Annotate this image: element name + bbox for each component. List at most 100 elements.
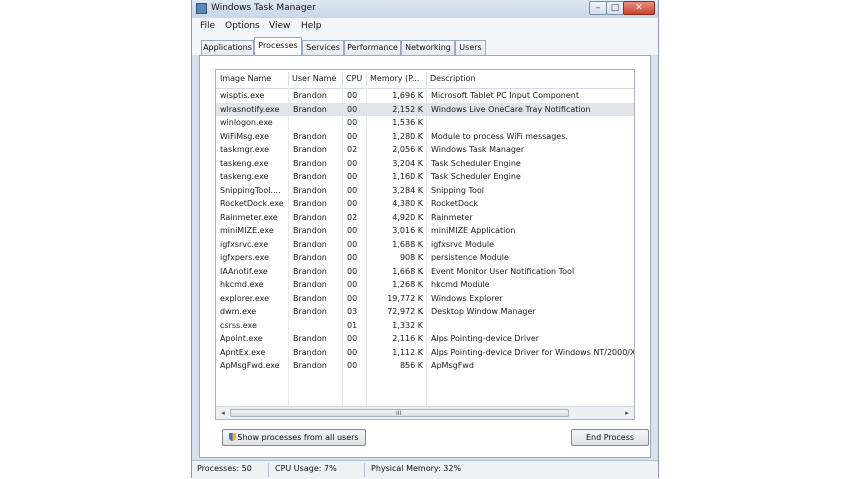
column-header-user-name[interactable]: User Name (288, 70, 342, 88)
menu-help[interactable]: Help (301, 21, 322, 31)
row-user-name: Brandon (293, 334, 327, 343)
row-description: Desktop Window Manager (431, 307, 536, 316)
table-row[interactable]: dwm.exe Brandon 03 72,972 K Desktop Window M… (216, 305, 634, 319)
table-row[interactable]: csrss.exe 01 1,332 K (216, 319, 634, 333)
row-image-name: taskeng.exe (220, 172, 269, 181)
row-user-name: Brandon (293, 226, 327, 235)
close-button[interactable]: ✕ (623, 1, 655, 15)
table-row[interactable]: wlrasnotify.exe Brandon 00 2,152 K Windows L… (216, 102, 634, 116)
column-header-cpu[interactable]: CPU (342, 70, 366, 88)
table-row[interactable]: WiFiMsg.exe Brandon 00 1,280 K Module to pro… (216, 130, 634, 144)
row-cpu: 00 (347, 185, 358, 195)
maximize-button[interactable]: □ (606, 1, 624, 15)
tab-strip: Applications Processes Services Performa… (192, 34, 658, 55)
column-header-image-name[interactable]: Image Name (216, 70, 288, 88)
row-user-name: Brandon (293, 266, 327, 276)
scroll-right-arrow-icon[interactable]: ▸ (621, 408, 633, 418)
row-user-name: Brandon (293, 280, 327, 289)
process-list[interactable]: Image Name User Name CPU Memory (P... De… (215, 69, 635, 420)
row-cpu: 02 (347, 212, 358, 222)
row-description: RocketDock (431, 199, 478, 208)
row-cpu: 00 (347, 266, 358, 276)
row-memory: 2,152 K (392, 104, 423, 114)
menu-file[interactable]: File (200, 21, 215, 31)
row-image-name: RocketDock.exe (220, 199, 284, 208)
column-header-description[interactable]: Description (426, 70, 634, 88)
status-bar: Processes: 50 CPU Usage: 7% Physical Mem… (192, 460, 658, 479)
tab-processes[interactable]: Processes (254, 37, 302, 55)
row-memory: 1,112 K (392, 347, 423, 357)
row-image-name: csrss.exe (220, 320, 257, 330)
task-manager-window: Windows Task Manager – □ ✕ File Options … (191, 0, 659, 479)
table-row[interactable]: IAAnotif.exe Brandon 00 1,668 K Event Monito… (216, 265, 634, 279)
process-rows: wisptis.exe Brandon 00 1,696 K Microsoft Tab… (216, 89, 634, 373)
row-description: ApMsgFwd (431, 361, 474, 370)
menu-options[interactable]: Options (225, 21, 260, 31)
row-memory: 1,536 K (392, 118, 423, 127)
table-row[interactable]: taskmgr.exe Brandon 02 2,056 K Windows Task … (216, 143, 634, 157)
row-user-name: Brandon (293, 185, 327, 195)
row-cpu: 00 (347, 334, 358, 343)
row-cpu: 00 (347, 361, 358, 370)
row-description: Alps Pointing-device Driver (431, 334, 540, 343)
row-user-name: Brandon (293, 131, 327, 141)
table-row[interactable]: taskeng.exe Brandon 00 1,160 K Task Schedule… (216, 170, 634, 184)
scrollbar-thumb[interactable]: III (230, 409, 569, 417)
window-title: Windows Task Manager (211, 3, 316, 13)
table-row[interactable]: Apoint.exe Brandon 00 2,116 K Alps Pointing-… (216, 332, 634, 346)
row-memory: 3,204 K (392, 158, 423, 168)
table-row[interactable]: SnippingTool.... Brandon 00 3,284 K Snipping… (216, 184, 634, 198)
table-row[interactable]: igfxpers.exe Brandon 00 908 K persistence Mo… (216, 251, 634, 265)
row-user-name: Brandon (293, 253, 327, 262)
table-row[interactable]: igfxsrvc.exe Brandon 00 1,688 K igfxsrvc Mod… (216, 238, 634, 252)
row-cpu: 00 (347, 239, 358, 249)
table-row[interactable]: hkcmd.exe Brandon 00 1,268 K hkcmd Module (216, 278, 634, 292)
row-description: Task Scheduler Engine (431, 172, 521, 181)
horizontal-scrollbar[interactable]: ◂ III ▸ (216, 406, 634, 419)
column-header-memory[interactable]: Memory (P... (366, 70, 426, 88)
row-cpu: 00 (347, 347, 358, 357)
row-image-name: dwm.exe (220, 307, 257, 316)
status-cpu-usage: CPU Usage: 7% (275, 464, 337, 473)
table-row[interactable]: ApntEx.exe Brandon 00 1,112 K Alps Pointing-… (216, 346, 634, 360)
row-memory: 1,280 K (392, 131, 423, 141)
table-row[interactable]: miniMIZE.exe Brandon 00 3,016 K miniMIZE App… (216, 224, 634, 238)
minimize-button[interactable]: – (589, 1, 607, 15)
table-row[interactable]: winlogon.exe 00 1,536 K (216, 116, 634, 130)
title-bar[interactable]: Windows Task Manager – □ ✕ (192, 0, 658, 18)
row-cpu: 01 (347, 320, 358, 330)
row-memory: 1,160 K (392, 172, 423, 181)
tab-users[interactable]: Users (455, 40, 486, 55)
row-cpu: 03 (347, 307, 358, 316)
row-cpu: 00 (347, 91, 358, 100)
row-image-name: igfxsrvc.exe (220, 239, 269, 249)
row-description: hkcmd Module (431, 280, 490, 289)
scrollbar-grip-icon: III (396, 410, 402, 417)
row-user-name: Brandon (293, 199, 327, 208)
row-user-name: Brandon (293, 172, 327, 181)
table-row[interactable]: taskeng.exe Brandon 00 3,204 K Task Schedule… (216, 157, 634, 171)
tab-applications[interactable]: Applications (201, 40, 254, 55)
show-all-users-button[interactable]: Show processes from all users (222, 429, 366, 446)
tab-networking[interactable]: Networking (401, 40, 455, 55)
table-row[interactable]: RocketDock.exe Brandon 00 4,380 K RocketDock (216, 197, 634, 211)
table-row[interactable]: explorer.exe Brandon 00 19,772 K Windows Exp… (216, 292, 634, 306)
row-image-name: IAAnotif.exe (220, 266, 268, 276)
table-row[interactable]: wisptis.exe Brandon 00 1,696 K Microsoft Tab… (216, 89, 634, 103)
row-image-name: ApntEx.exe (220, 347, 266, 357)
scroll-left-arrow-icon[interactable]: ◂ (217, 408, 229, 418)
end-process-button[interactable]: End Process (571, 429, 649, 446)
tab-services[interactable]: Services (302, 40, 344, 55)
table-row[interactable]: ApMsgFwd.exe Brandon 00 856 K ApMsgFwd (216, 359, 634, 373)
menu-view[interactable]: View (269, 21, 290, 31)
status-physical-memory: Physical Memory: 32% (371, 464, 462, 473)
row-description: Rainmeter (431, 212, 473, 222)
row-description: Alps Pointing-device Driver for Windows … (431, 347, 635, 357)
status-divider (268, 463, 269, 477)
row-image-name: wlrasnotify.exe (220, 104, 280, 114)
row-description: Module to process WiFi messages. (431, 131, 568, 141)
row-cpu: 00 (347, 280, 358, 289)
tab-performance[interactable]: Performance (344, 40, 401, 55)
table-row[interactable]: Rainmeter.exe Brandon 02 4,920 K Rainmeter (216, 211, 634, 225)
row-user-name: Brandon (293, 347, 327, 357)
